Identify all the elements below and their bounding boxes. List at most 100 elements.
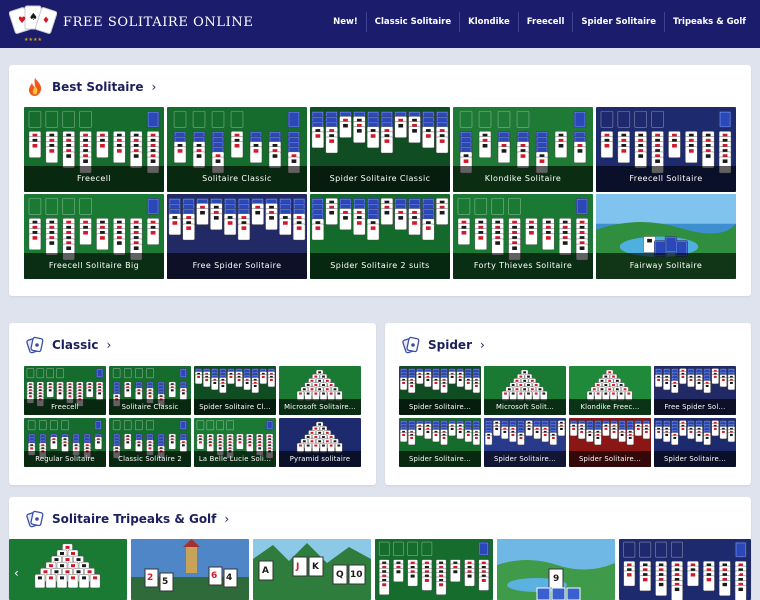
card-label: K bbox=[312, 562, 320, 572]
best-solitaire-title[interactable]: Best Solitaire bbox=[52, 80, 143, 94]
card-label: 6 bbox=[211, 571, 217, 581]
tripeaks-game-tile[interactable]: 9 bbox=[497, 539, 615, 600]
game-title: Freecell bbox=[24, 399, 106, 415]
cards-icon bbox=[402, 336, 420, 354]
game-tile-spider-solitaire[interactable]: Spider Solitaire... bbox=[569, 418, 651, 467]
tripeaks-game-tile[interactable]: A J K Q 10 bbox=[253, 539, 371, 600]
game-title: Freecell Solitaire bbox=[596, 166, 736, 192]
tripeaks-game-tile[interactable] bbox=[375, 539, 493, 600]
game-tile-microsoft-solitaire[interactable]: Microsoft Solitaire... bbox=[279, 366, 361, 415]
cards-icon bbox=[26, 336, 44, 354]
game-thumbnail: A J K Q 10 bbox=[253, 539, 371, 600]
game-tile-freecell[interactable]: Freecell bbox=[24, 366, 106, 415]
game-tile-spider-solitaire-2-suits[interactable]: Spider Solitaire 2 suits bbox=[310, 194, 450, 279]
card-label: Q bbox=[336, 570, 344, 580]
tripeaks-game-tile[interactable] bbox=[9, 539, 127, 600]
game-tile-freecell-solitaire[interactable]: Freecell Solitaire bbox=[596, 107, 736, 192]
game-tile-freecell-solitaire-big[interactable]: Freecell Solitaire Big bbox=[24, 194, 164, 279]
game-thumbnail bbox=[619, 539, 751, 600]
tripeaks-golf-header: Solitaire Tripeaks & Golf › bbox=[25, 508, 229, 530]
carousel-prev-icon[interactable]: ‹ bbox=[14, 566, 19, 580]
game-title: Pyramid solitaire bbox=[279, 451, 361, 467]
site-brand[interactable]: FREE SOLITAIRE ONLINE bbox=[63, 15, 253, 30]
nav-tripeaks-golf[interactable]: Tripeaks & Golf bbox=[665, 12, 754, 32]
classic-section: Classic › Freecell Solitaire Classic Spi… bbox=[9, 323, 376, 485]
game-title: Spider Solitaire... bbox=[399, 451, 481, 467]
game-thumbnail: 9 bbox=[497, 539, 615, 600]
game-tile-freecell[interactable]: Freecell bbox=[24, 107, 164, 192]
game-title: Spider Solitaire... bbox=[399, 399, 481, 415]
nav-classic-solitaire[interactable]: Classic Solitaire bbox=[367, 12, 461, 32]
game-title: Regular Solitaire bbox=[24, 451, 106, 467]
best-solitaire-arrow-icon[interactable]: › bbox=[151, 80, 156, 94]
game-title: Fairway Solitaire bbox=[596, 253, 736, 279]
game-title: Freecell Solitaire Big bbox=[24, 253, 164, 279]
game-tile-spider-solitaire-classic[interactable]: Spider Solitaire Cl... bbox=[194, 366, 276, 415]
flame-icon bbox=[29, 78, 42, 96]
svg-text:★★★★: ★★★★ bbox=[24, 37, 42, 43]
classic-arrow-icon[interactable]: › bbox=[107, 338, 112, 352]
svg-text:♦: ♦ bbox=[42, 16, 50, 26]
best-solitaire-section: Best Solitaire › Freecell Solitaire Clas… bbox=[9, 65, 751, 296]
game-tile-classic-solitaire-2[interactable]: Classic Solitaire 2 bbox=[109, 418, 191, 467]
game-title: Classic Solitaire 2 bbox=[109, 451, 191, 467]
game-title: La Belle Lucie Soli... bbox=[194, 451, 276, 467]
game-title: Klondike Solitaire bbox=[453, 166, 593, 192]
game-tile-la-belle-lucie-solitaire[interactable]: La Belle Lucie Soli... bbox=[194, 418, 276, 467]
game-tile-klondike-freecell[interactable]: Klondike Freec... bbox=[569, 366, 651, 415]
game-tile-solitaire-classic[interactable]: Solitaire Classic bbox=[167, 107, 307, 192]
cards-icon bbox=[26, 510, 44, 528]
game-title: Freecell bbox=[24, 166, 164, 192]
game-tile-spider-solitaire[interactable]: Spider Solitaire... bbox=[399, 418, 481, 467]
nav-freecell[interactable]: Freecell bbox=[519, 12, 574, 32]
game-title: Spider Solitaire Classic bbox=[310, 166, 450, 192]
game-title: Klondike Freec... bbox=[569, 399, 651, 415]
game-thumbnail bbox=[375, 539, 493, 600]
tripeaks-golf-arrow-icon[interactable]: › bbox=[224, 512, 229, 526]
card-label: J bbox=[295, 562, 299, 572]
game-tile-fairway-solitaire[interactable]: Fairway Solitaire bbox=[596, 194, 736, 279]
tripeaks-game-tile[interactable] bbox=[619, 539, 751, 600]
classic-header: Classic › bbox=[25, 334, 111, 356]
spider-title[interactable]: Spider bbox=[428, 338, 472, 352]
game-title: Solitaire Classic bbox=[109, 399, 191, 415]
game-tile-pyramid-solitaire[interactable]: Pyramid solitaire bbox=[279, 418, 361, 467]
nav-spider-solitaire[interactable]: Spider Solitaire bbox=[573, 12, 665, 32]
game-title: Spider Solitaire... bbox=[484, 451, 566, 467]
game-tile-microsoft-solitaire[interactable]: Microsoft Solit... bbox=[484, 366, 566, 415]
game-tile-spider-solitaire[interactable]: Spider Solitaire... bbox=[654, 418, 736, 467]
game-title: Free Spider Sol... bbox=[654, 399, 736, 415]
game-title: Spider Solitaire... bbox=[569, 451, 651, 467]
game-tile-forty-thieves-solitaire[interactable]: Forty Thieves Solitaire bbox=[453, 194, 593, 279]
best-solitaire-header: Best Solitaire › bbox=[25, 76, 156, 98]
classic-title[interactable]: Classic bbox=[52, 338, 99, 352]
top-navigation-bar: ♥ ♠ ♦ ★★★★ FREE SOLITAIRE ONLINE New! Cl… bbox=[0, 0, 760, 48]
card-label: 5 bbox=[162, 577, 168, 587]
game-title: Microsoft Solitaire... bbox=[279, 399, 361, 415]
game-tile-solitaire-classic[interactable]: Solitaire Classic bbox=[109, 366, 191, 415]
tripeaks-golf-title[interactable]: Solitaire Tripeaks & Golf bbox=[52, 512, 216, 526]
game-title: Microsoft Solit... bbox=[484, 399, 566, 415]
game-tile-free-spider-solitaire[interactable]: Free Spider Solitaire bbox=[167, 194, 307, 279]
playing-cards-logo-icon[interactable]: ♥ ♠ ♦ ★★★★ bbox=[9, 3, 57, 43]
game-tile-spider-solitaire[interactable]: Spider Solitaire... bbox=[484, 418, 566, 467]
svg-text:♥: ♥ bbox=[18, 16, 26, 26]
carousel-next-icon[interactable]: › bbox=[736, 566, 741, 580]
game-thumbnail bbox=[9, 539, 127, 600]
game-tile-free-spider-solitaire[interactable]: Free Spider Sol... bbox=[654, 366, 736, 415]
nav-klondike[interactable]: Klondike bbox=[460, 12, 519, 32]
game-title: Spider Solitaire 2 suits bbox=[310, 253, 450, 279]
spider-section: Spider › Spider Solitaire... Microsoft S… bbox=[385, 323, 751, 485]
game-tile-spider-solitaire-classic[interactable]: Spider Solitaire Classic bbox=[310, 107, 450, 192]
game-title: Free Spider Solitaire bbox=[167, 253, 307, 279]
game-title: Spider Solitaire Cl... bbox=[194, 399, 276, 415]
game-tile-spider-solitaire[interactable]: Spider Solitaire... bbox=[399, 366, 481, 415]
card-label: 4 bbox=[226, 573, 232, 583]
tripeaks-game-tile[interactable]: 2 5 6 4 bbox=[131, 539, 249, 600]
game-tile-klondike-solitaire[interactable]: Klondike Solitaire bbox=[453, 107, 593, 192]
nav-new[interactable]: New! bbox=[325, 12, 367, 32]
main-nav: New! Classic Solitaire Klondike Freecell… bbox=[325, 12, 754, 32]
svg-text:♠: ♠ bbox=[29, 12, 38, 23]
game-tile-regular-solitaire[interactable]: Regular Solitaire bbox=[24, 418, 106, 467]
spider-arrow-icon[interactable]: › bbox=[480, 338, 485, 352]
